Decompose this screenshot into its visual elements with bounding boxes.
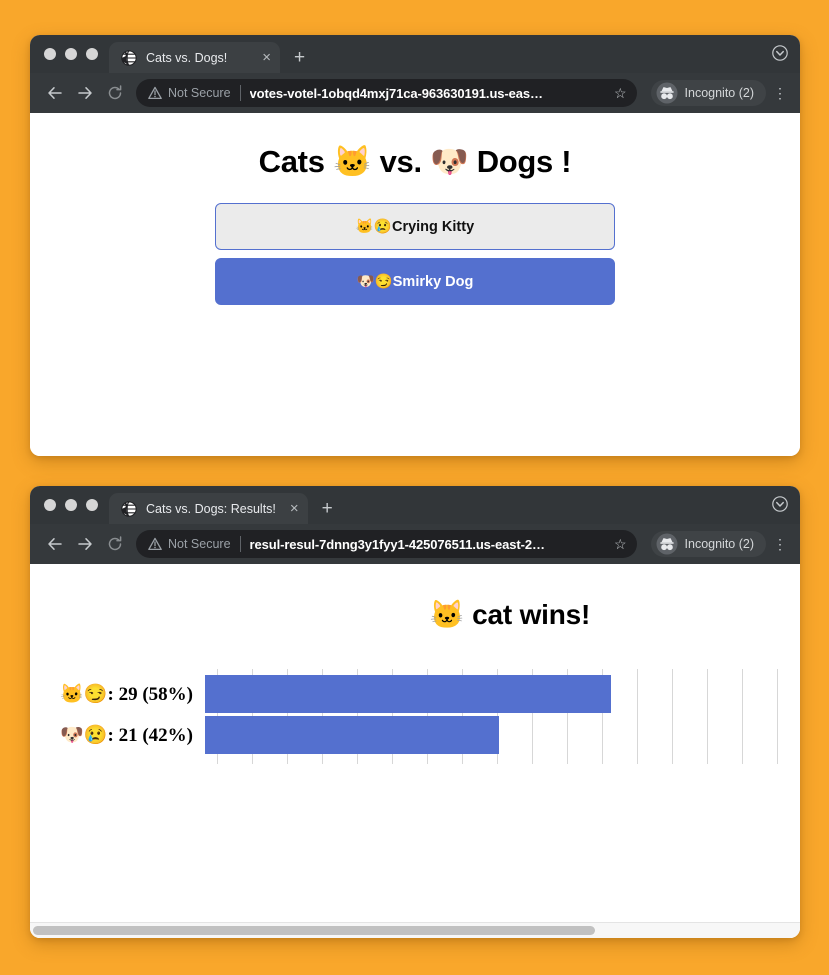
address-bar-results[interactable]: Not Secure resul-resul-7dnng3y1fyy1-4250… <box>136 530 637 558</box>
arrow-right-icon <box>78 87 92 99</box>
vote-button-crying-kitty[interactable]: 🐱😢Crying Kitty <box>215 203 615 250</box>
back-button[interactable] <box>40 78 70 108</box>
incognito-spy-icon <box>656 82 678 104</box>
close-tab-button[interactable]: × <box>290 501 299 516</box>
globe-icon <box>121 49 137 66</box>
warning-triangle-icon <box>148 86 162 100</box>
page-title: Cats 🐱 vs. 🐶 Dogs ! <box>258 144 572 179</box>
browser-menu-button[interactable]: ⋮ <box>770 537 790 551</box>
scrollbar-thumb[interactable] <box>33 926 595 935</box>
new-tab-button[interactable]: + <box>322 499 333 518</box>
close-window-button[interactable] <box>44 499 56 511</box>
window-controls-results[interactable] <box>40 486 109 524</box>
reload-icon <box>108 85 122 100</box>
page-viewport-vote: Cats 🐱 vs. 🐶 Dogs ! 🐱😢Crying Kitty 🐶😏Smi… <box>30 113 800 456</box>
maximize-window-button[interactable] <box>86 499 98 511</box>
url-text[interactable]: resul-resul-7dnng3y1fyy1-425076511.us-ea… <box>250 537 606 552</box>
warning-triangle-icon <box>148 537 162 551</box>
tab-title: Cats vs. Dogs! <box>146 50 228 65</box>
bookmark-star-icon[interactable]: ☆ <box>614 85 627 102</box>
chevron-down-icon <box>772 45 788 61</box>
tab-search-icon[interactable] <box>772 496 788 517</box>
close-tab-button[interactable]: × <box>262 50 271 65</box>
browser-window-vote[interactable]: Cats vs. Dogs! × + Not Secure votes-vote… <box>30 35 800 456</box>
security-status[interactable]: Not Secure <box>148 537 231 551</box>
bookmark-star-icon[interactable]: ☆ <box>614 536 627 553</box>
window-controls-vote[interactable] <box>40 35 109 73</box>
tab-title: Cats vs. Dogs: Results! <box>146 501 276 516</box>
chart-label-dog: 🐶😢: 21 (42%) <box>60 725 193 746</box>
security-label: Not Secure <box>168 86 231 100</box>
address-bar-vote[interactable]: Not Secure votes-votel-1obqd4mxj71ca-963… <box>136 79 637 107</box>
maximize-window-button[interactable] <box>86 48 98 60</box>
tab-strip-results: Cats vs. Dogs: Results! × + <box>30 486 800 524</box>
security-status[interactable]: Not Secure <box>148 86 231 100</box>
reload-icon <box>108 536 122 551</box>
chevron-down-icon <box>772 496 788 512</box>
toolbar-vote: Not Secure votes-votel-1obqd4mxj71ca-963… <box>30 73 800 113</box>
minimize-window-button[interactable] <box>65 499 77 511</box>
arrow-left-icon <box>48 87 62 99</box>
tab-strip-vote: Cats vs. Dogs! × + <box>30 35 800 73</box>
browser-window-results[interactable]: Cats vs. Dogs: Results! × + Not Secure r… <box>30 486 800 938</box>
chart-bar-cat <box>205 675 611 713</box>
close-window-button[interactable] <box>44 48 56 60</box>
horizontal-scrollbar[interactable] <box>30 922 800 938</box>
omnibox-divider <box>239 85 241 101</box>
profile-label: Incognito (2) <box>684 537 754 551</box>
tab-cats-vs-dogs[interactable]: Cats vs. Dogs! × <box>109 42 280 73</box>
arrow-right-icon <box>78 538 92 550</box>
reload-button[interactable] <box>100 78 130 108</box>
tab-search-icon[interactable] <box>772 45 788 66</box>
vote-button-smirky-dog[interactable]: 🐶😏Smirky Dog <box>215 258 615 305</box>
globe-icon <box>121 500 137 517</box>
page-viewport-results: 🐱 cat wins! 🐱😏: 29 (58%) 🐶😢: 21 (42%) <box>30 564 800 938</box>
security-label: Not Secure <box>168 537 231 551</box>
profile-chip-incognito[interactable]: Incognito (2) <box>650 531 766 557</box>
chart-bar-dog <box>205 716 499 754</box>
incognito-spy-icon <box>656 533 678 555</box>
vote-button-group: 🐱😢Crying Kitty 🐶😏Smirky Dog <box>215 203 615 305</box>
profile-label: Incognito (2) <box>684 86 754 100</box>
profile-chip-incognito[interactable]: Incognito (2) <box>650 80 766 106</box>
url-text[interactable]: votes-votel-1obqd4mxj71ca-963630191.us-e… <box>250 86 606 101</box>
browser-menu-button[interactable]: ⋮ <box>770 86 790 100</box>
chart-row-dog: 🐶😢: 21 (42%) <box>30 716 800 754</box>
forward-button[interactable] <box>70 78 100 108</box>
omnibox-divider <box>239 536 241 552</box>
back-button[interactable] <box>40 529 70 559</box>
new-tab-button[interactable]: + <box>294 48 305 67</box>
arrow-left-icon <box>48 538 62 550</box>
forward-button[interactable] <box>70 529 100 559</box>
chart-label-cat: 🐱😏: 29 (58%) <box>60 684 193 705</box>
toolbar-results: Not Secure resul-resul-7dnng3y1fyy1-4250… <box>30 524 800 564</box>
tab-cats-vs-dogs-results[interactable]: Cats vs. Dogs: Results! × <box>109 493 308 524</box>
results-page-title: 🐱 cat wins! <box>429 599 591 630</box>
reload-button[interactable] <box>100 529 130 559</box>
results-bar-chart: 🐱😏: 29 (58%) 🐶😢: 21 (42%) <box>30 669 800 764</box>
chart-row-cat: 🐱😏: 29 (58%) <box>30 675 800 713</box>
minimize-window-button[interactable] <box>65 48 77 60</box>
